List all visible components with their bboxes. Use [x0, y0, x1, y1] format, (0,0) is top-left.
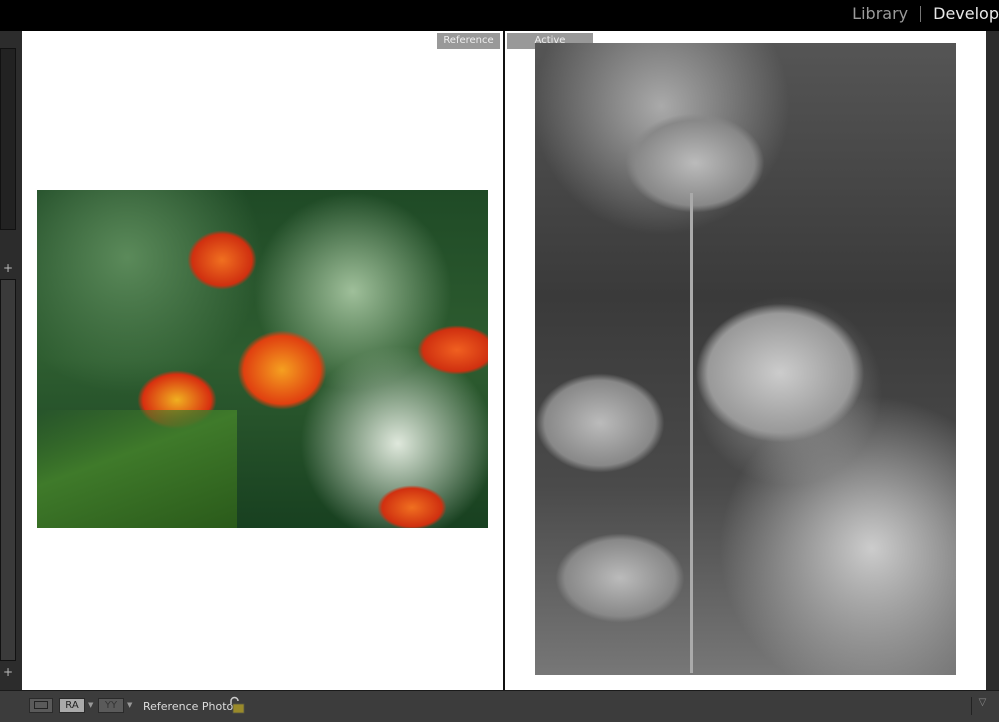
loupe-view-icon: [34, 701, 48, 709]
presets-panel[interactable]: [0, 279, 16, 661]
compare-divider[interactable]: [503, 31, 505, 690]
flower-cluster: [417, 325, 488, 375]
active-photo[interactable]: [535, 43, 956, 675]
add-collection-icon[interactable]: +: [3, 665, 13, 679]
flower-cluster: [535, 373, 665, 473]
reference-photo-label: Reference Photo :: [143, 700, 241, 713]
yy-options-caret-icon[interactable]: ▼: [127, 701, 132, 709]
ra-options-caret-icon[interactable]: ▼: [88, 701, 93, 709]
add-preset-icon[interactable]: +: [3, 261, 13, 275]
foliage: [37, 410, 237, 528]
right-panel: [986, 31, 999, 690]
unlocked-padlock-icon[interactable]: [229, 696, 245, 714]
stem: [690, 193, 693, 673]
bottom-toolbar: RA ▼ YY ▼ Reference Photo : ▽: [0, 690, 999, 722]
flower-cluster: [377, 485, 447, 528]
flower-cluster: [187, 230, 257, 290]
ref-active-view-button[interactable]: RA: [59, 698, 85, 713]
flower-cluster: [555, 533, 685, 623]
flower-cluster: [695, 303, 865, 443]
reference-tag: Reference: [437, 33, 500, 49]
module-separator: [920, 5, 922, 22]
before-after-view-button[interactable]: YY: [98, 698, 124, 713]
chevron-down-icon: ▽: [978, 697, 987, 708]
navigator-panel: [0, 48, 16, 230]
module-picker: Library Develop: [852, 4, 999, 23]
compare-view: Reference Active: [22, 31, 986, 690]
module-develop[interactable]: Develop: [933, 4, 999, 23]
flower-cluster: [625, 113, 765, 213]
reference-photo[interactable]: [37, 190, 488, 528]
flower-cluster: [237, 330, 327, 410]
left-panel: + +: [0, 31, 22, 690]
loupe-view-button[interactable]: [29, 698, 53, 713]
top-bar: Library Develop: [0, 0, 999, 31]
toolbar-options-button[interactable]: ▽: [971, 697, 993, 715]
module-library[interactable]: Library: [852, 4, 908, 23]
